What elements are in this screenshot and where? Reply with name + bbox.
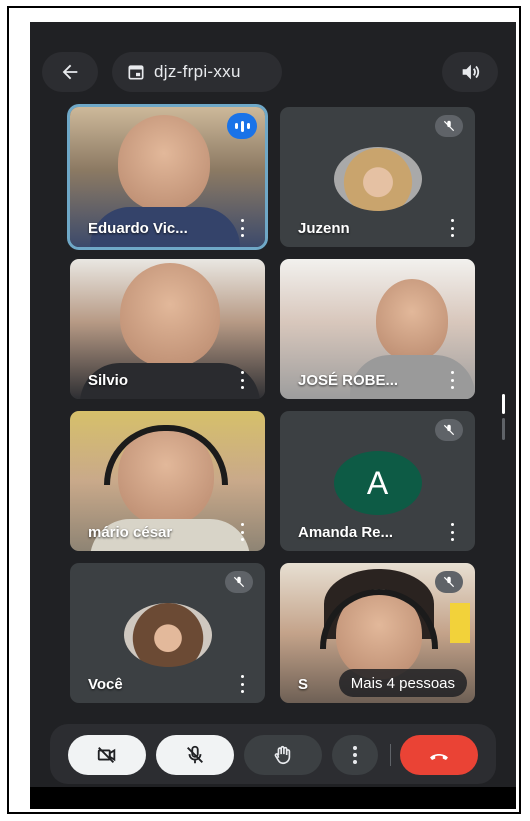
participant-name: Eduardo Vic...: [88, 220, 188, 237]
meet-screen: djz-frpi-xxu Eduardo Vic... Juzenn Silvi…: [30, 22, 516, 809]
more-vert-icon[interactable]: [235, 371, 249, 389]
call-controls: [50, 724, 496, 784]
participant-tile-more[interactable]: S Mais 4 pessoas: [280, 563, 475, 703]
arrow-left-icon: [62, 64, 78, 80]
participant-tile-jose[interactable]: JOSÉ ROBE...: [280, 259, 475, 399]
participant-name: Silvio: [88, 372, 129, 389]
end-call-button[interactable]: [400, 735, 478, 775]
mic-off-icon: [225, 571, 253, 593]
avatar: [123, 603, 212, 667]
speaker-icon: [462, 64, 480, 80]
calendar-icon: [128, 65, 144, 80]
scrollbar-track: [502, 418, 505, 440]
meeting-code: djz-frpi-xxu: [154, 62, 241, 81]
camera-toggle-button[interactable]: [68, 735, 146, 775]
mic-off-icon: [435, 419, 463, 441]
avatar: A: [333, 451, 422, 515]
scrollbar-thumb[interactable]: [502, 394, 505, 414]
participant-tile-mario[interactable]: mário césar: [70, 411, 265, 551]
raise-hand-button[interactable]: [244, 735, 322, 775]
participant-name: S: [298, 676, 309, 693]
more-vert-icon[interactable]: [445, 219, 459, 237]
more-vert-icon: [353, 746, 357, 764]
system-nav-bar: [30, 787, 516, 809]
end-call-icon: [430, 754, 448, 760]
more-vert-icon[interactable]: [235, 219, 249, 237]
meeting-code-chip[interactable]: djz-frpi-xxu: [112, 52, 282, 92]
back-button[interactable]: [42, 52, 98, 92]
camera-off-icon: [97, 747, 116, 763]
participant-name: mário césar: [88, 524, 173, 541]
participant-tile-juzenn[interactable]: Juzenn: [280, 107, 475, 247]
controls-divider: [390, 744, 391, 766]
participant-name: Juzenn: [298, 220, 350, 237]
participant-name: Amanda Re...: [298, 524, 394, 541]
more-vert-icon[interactable]: [235, 675, 249, 693]
more-people-button[interactable]: Mais 4 pessoas: [338, 669, 467, 697]
participant-tile-eduardo[interactable]: Eduardo Vic...: [70, 107, 265, 247]
more-vert-icon[interactable]: [235, 523, 249, 541]
mic-toggle-button[interactable]: [156, 735, 234, 775]
participant-name: JOSÉ ROBE...: [298, 372, 399, 389]
participant-tile-self[interactable]: Você: [70, 563, 265, 703]
participant-name: Você: [88, 676, 123, 693]
speaking-indicator-icon: [227, 113, 257, 139]
speaker-button[interactable]: [442, 52, 498, 92]
participant-tile-silvio[interactable]: Silvio: [70, 259, 265, 399]
more-options-button[interactable]: [332, 735, 378, 775]
more-vert-icon[interactable]: [445, 523, 459, 541]
participant-tile-amanda[interactable]: A Amanda Re...: [280, 411, 475, 551]
avatar: [333, 147, 422, 211]
mic-off-icon: [435, 115, 463, 137]
raise-hand-icon: [274, 745, 291, 765]
more-vert-icon[interactable]: [445, 371, 459, 389]
mic-off-icon: [435, 571, 463, 593]
mic-off-icon: [187, 745, 203, 764]
